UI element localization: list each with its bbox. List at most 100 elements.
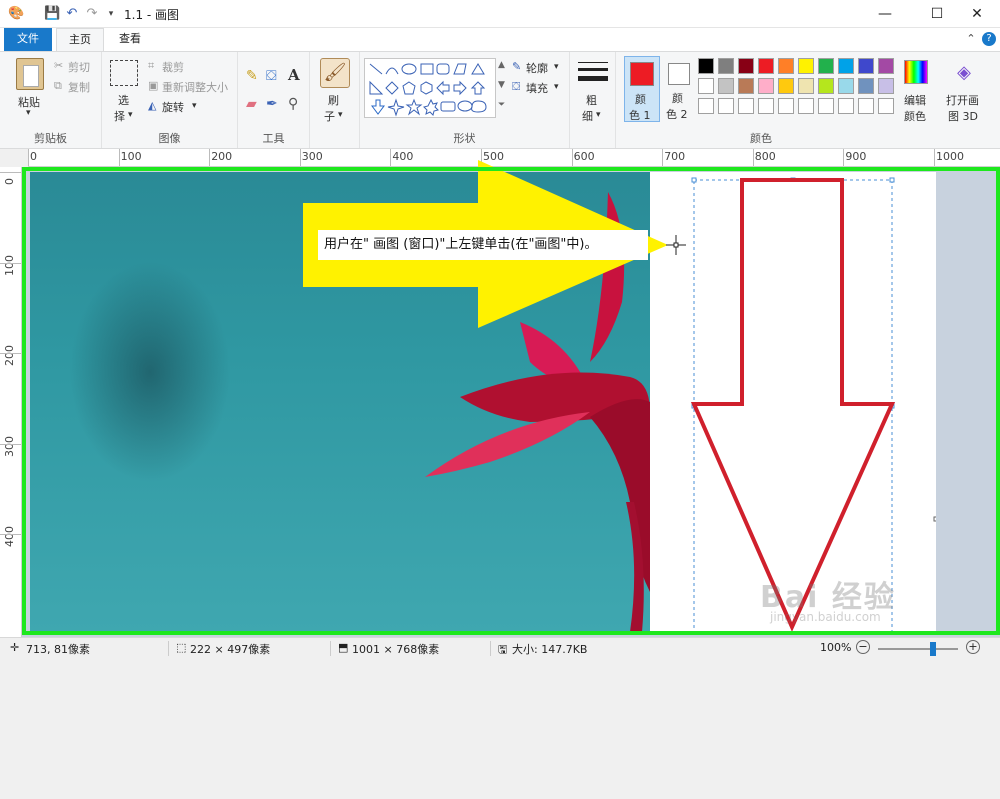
shapes-expand-icon[interactable]: ⏷: [498, 100, 505, 110]
zoom-slider-track[interactable]: [878, 642, 958, 656]
rotate-dropdown-icon[interactable]: ▾: [192, 101, 197, 111]
shapes-gallery[interactable]: [364, 58, 496, 118]
palette-swatch[interactable]: [778, 78, 794, 94]
palette-swatch[interactable]: [758, 98, 774, 114]
edit-colors-icon[interactable]: [904, 60, 928, 84]
palette-swatch[interactable]: [758, 78, 774, 94]
edit-colors-line1[interactable]: 编辑: [904, 92, 926, 108]
crop-icon[interactable]: ⌗: [148, 59, 154, 73]
palette-swatch[interactable]: [878, 98, 894, 114]
palette-swatch[interactable]: [698, 78, 714, 94]
palette-swatch[interactable]: [838, 58, 854, 74]
palette-swatch[interactable]: [718, 98, 734, 114]
palette-swatch[interactable]: [838, 78, 854, 94]
fill-icon[interactable]: ⛋: [512, 80, 520, 94]
shapes-scroll-up-icon[interactable]: ▲: [498, 60, 505, 70]
palette-swatch[interactable]: [818, 98, 834, 114]
minimize-button[interactable]: —: [862, 0, 908, 28]
palette-swatch[interactable]: [798, 98, 814, 114]
zoom-slider-thumb[interactable]: [929, 642, 936, 656]
help-icon[interactable]: ?: [982, 32, 996, 46]
shapes-scroll-down-icon[interactable]: ▼: [498, 80, 505, 90]
outline-button[interactable]: 轮廓: [526, 60, 548, 76]
copy-button[interactable]: 复制: [68, 79, 90, 95]
annotation-callout: 用户在" 画图 (窗口)"上左键单击(在"画图"中)。: [318, 230, 648, 260]
save-icon[interactable]: 💾: [44, 6, 60, 22]
paint3d-icon[interactable]: ◈: [952, 60, 976, 86]
size-button-line1[interactable]: 粗: [586, 92, 597, 108]
palette-swatch[interactable]: [858, 58, 874, 74]
color2-button[interactable]: 颜 色 2: [664, 56, 694, 122]
status-bar: ✛ 713, 81像素 ⬚ 222 × 497像素 ⬒ 1001 × 768像素…: [0, 637, 1000, 659]
palette-swatch[interactable]: [818, 58, 834, 74]
palette-swatch[interactable]: [878, 58, 894, 74]
select-dropdown-icon[interactable]: ▾: [128, 110, 133, 120]
color1-button[interactable]: 颜 色 1: [624, 56, 660, 122]
palette-swatch[interactable]: [838, 98, 854, 114]
collapse-ribbon-icon[interactable]: ⌃: [964, 32, 978, 46]
brush-dropdown-icon[interactable]: ▾: [338, 110, 343, 120]
paint3d-line2[interactable]: 图 3D: [948, 108, 978, 124]
zoom-out-icon[interactable]: −: [856, 640, 870, 654]
rotate-button[interactable]: 旋转: [162, 99, 184, 115]
cut-icon[interactable]: ✂: [54, 59, 63, 72]
select-button-line1[interactable]: 选: [118, 92, 129, 108]
resize-button[interactable]: 重新调整大小: [162, 79, 228, 95]
palette-swatch[interactable]: [698, 58, 714, 74]
paste-icon[interactable]: [16, 58, 44, 90]
undo-icon[interactable]: ↶: [64, 6, 80, 22]
palette-swatch[interactable]: [758, 58, 774, 74]
brush-button-line1[interactable]: 刷: [328, 92, 339, 108]
color-picker-icon[interactable]: ✒: [266, 96, 278, 112]
palette-swatch[interactable]: [818, 78, 834, 94]
palette-swatch[interactable]: [798, 78, 814, 94]
palette-swatch[interactable]: [778, 58, 794, 74]
fill-button[interactable]: 填充: [526, 80, 548, 96]
palette-swatch[interactable]: [858, 78, 874, 94]
ruler-tick-label: 800: [754, 150, 776, 163]
redo-icon[interactable]: ↷: [84, 6, 100, 22]
paint3d-line1[interactable]: 打开画: [946, 92, 979, 108]
palette-swatch[interactable]: [738, 78, 754, 94]
text-tool-icon[interactable]: A: [288, 66, 300, 84]
copy-icon[interactable]: ⧉: [54, 79, 62, 93]
tab-home[interactable]: 主页: [56, 28, 104, 51]
pencil-icon[interactable]: ✎: [246, 68, 258, 84]
edit-colors-line2[interactable]: 颜色: [904, 108, 926, 124]
customize-toolbar-icon[interactable]: ▾: [103, 6, 119, 22]
palette-swatch[interactable]: [718, 58, 734, 74]
canvas-resize-handle-right[interactable]: [933, 516, 936, 522]
palette-swatch[interactable]: [718, 78, 734, 94]
select-button-line2[interactable]: 择: [114, 108, 125, 124]
palette-swatch[interactable]: [698, 98, 714, 114]
brush-icon[interactable]: 🖌: [320, 58, 350, 88]
brush-button-line2[interactable]: 子: [324, 108, 335, 124]
cut-button[interactable]: 剪切: [68, 59, 90, 75]
resize-icon[interactable]: ▣: [148, 79, 158, 92]
outline-icon[interactable]: ✎: [512, 60, 521, 73]
eraser-icon[interactable]: ▰: [246, 96, 257, 112]
outline-dropdown-icon[interactable]: ▾: [554, 62, 559, 72]
tab-view[interactable]: 查看: [106, 28, 154, 51]
palette-swatch[interactable]: [858, 98, 874, 114]
paste-dropdown-icon[interactable]: ▾: [26, 108, 31, 118]
clipboard-group: 粘贴 ▾ ✂ 剪切 ⧉ 复制 剪贴板: [0, 52, 102, 148]
fill-bucket-icon[interactable]: ⛋: [266, 68, 277, 84]
tab-file[interactable]: 文件: [4, 28, 52, 51]
size-dropdown-icon[interactable]: ▾: [596, 110, 601, 120]
magnifier-icon[interactable]: ⚲: [288, 96, 298, 112]
fill-dropdown-icon[interactable]: ▾: [554, 82, 559, 92]
crop-button[interactable]: 裁剪: [162, 59, 184, 75]
size-icon[interactable]: [578, 60, 608, 88]
red-down-arrow-shape[interactable]: [690, 178, 896, 632]
rotate-icon[interactable]: ◭: [148, 99, 156, 112]
size-button-line2[interactable]: 细: [582, 108, 593, 124]
palette-swatch[interactable]: [798, 58, 814, 74]
zoom-in-icon[interactable]: +: [966, 640, 980, 654]
close-button[interactable]: ✕: [954, 0, 1000, 28]
palette-swatch[interactable]: [778, 98, 794, 114]
palette-swatch[interactable]: [878, 78, 894, 94]
palette-swatch[interactable]: [738, 98, 754, 114]
select-icon[interactable]: [110, 60, 138, 86]
palette-swatch[interactable]: [738, 58, 754, 74]
